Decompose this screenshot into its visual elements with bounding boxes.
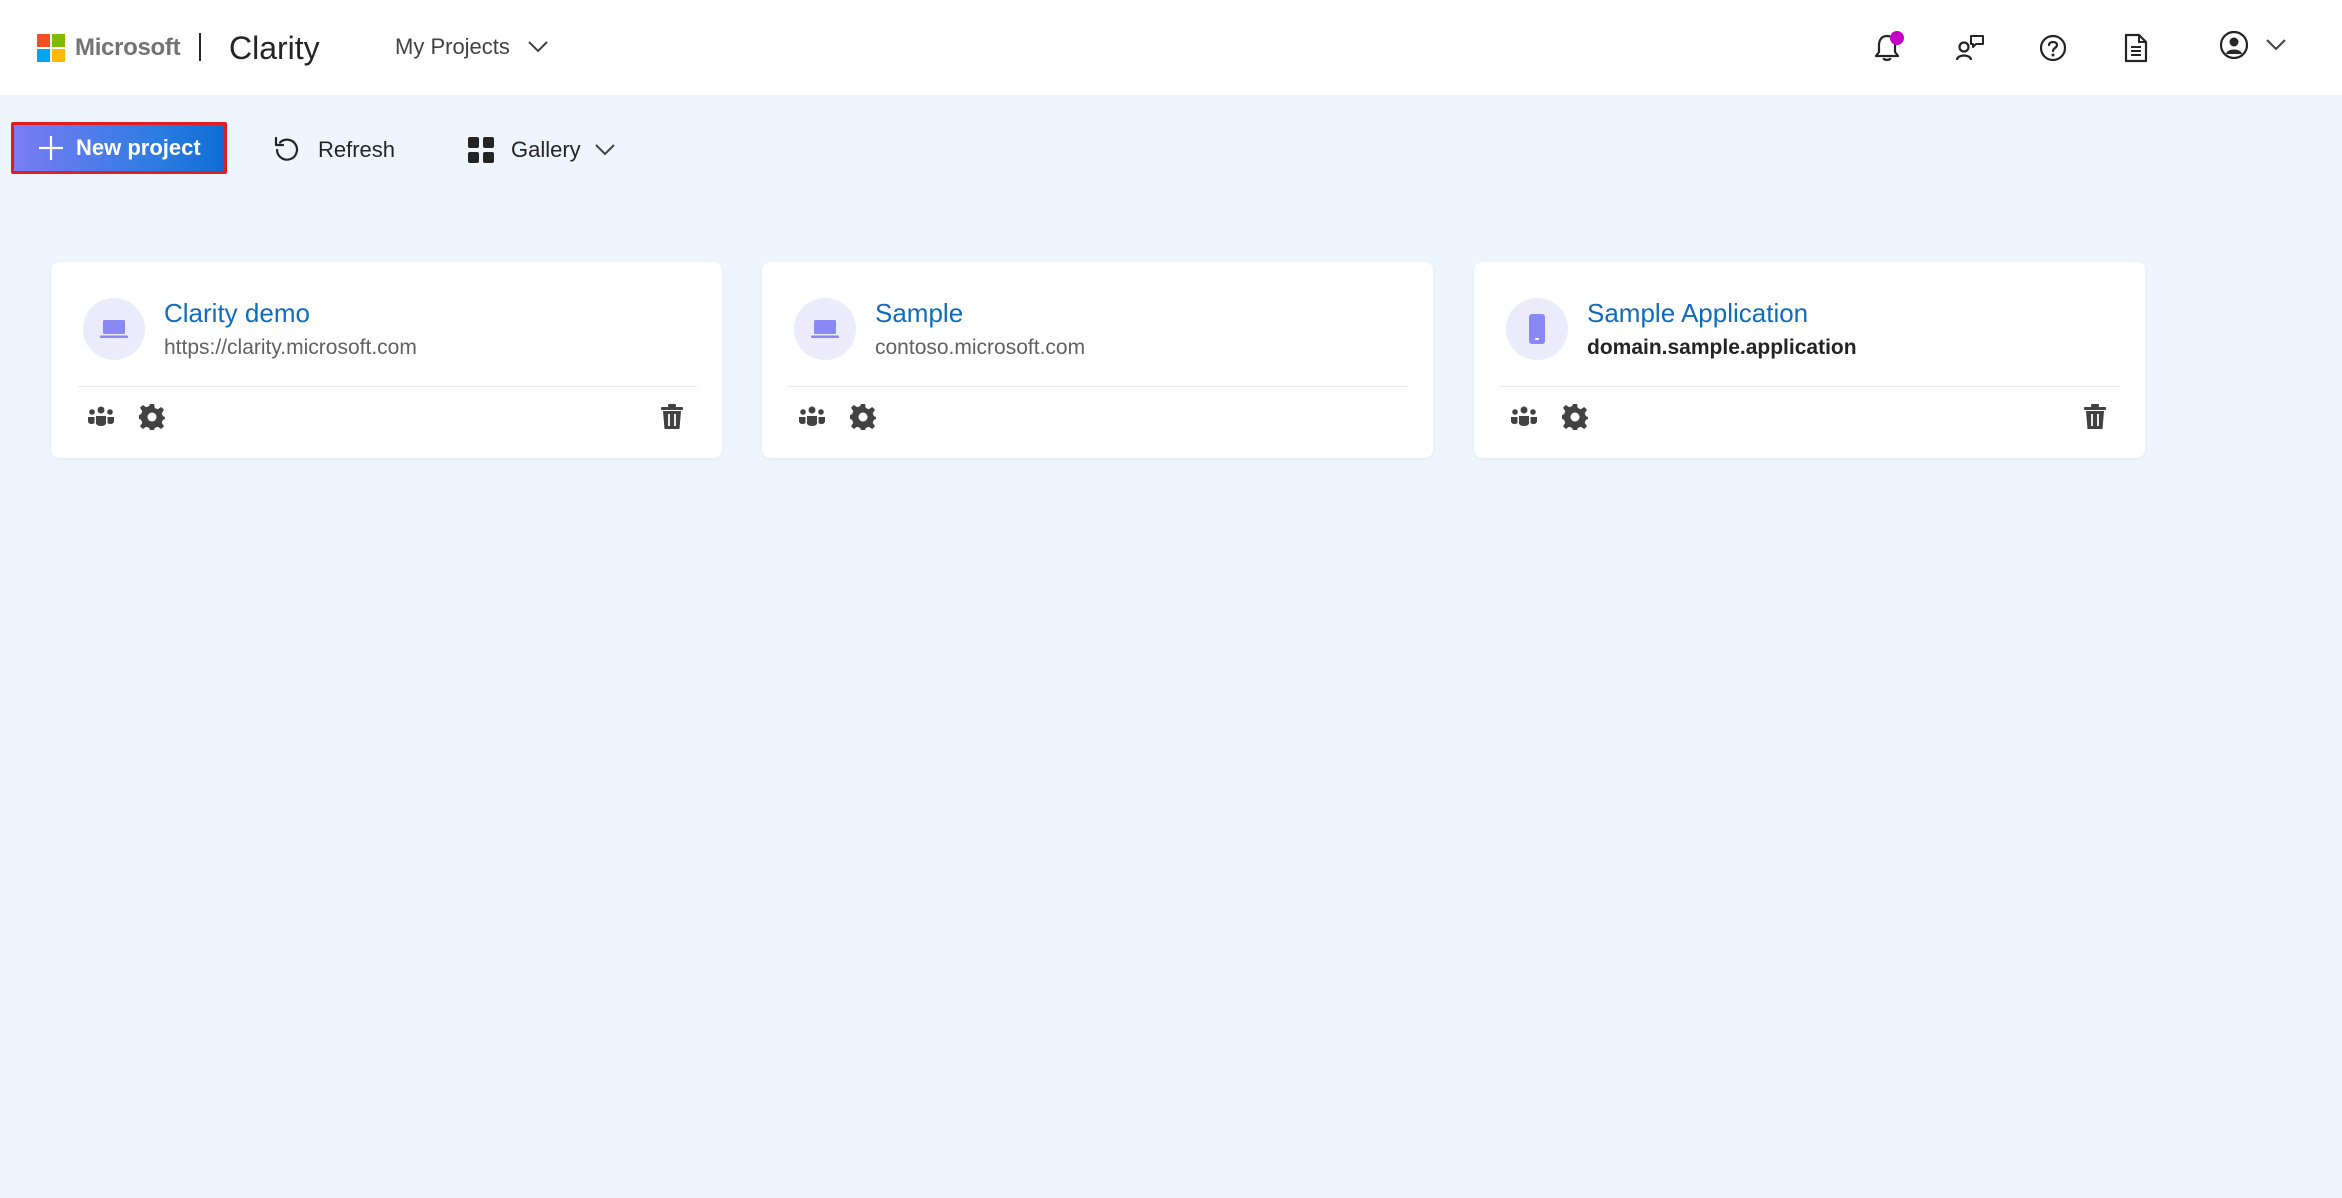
refresh-label: Refresh — [318, 137, 396, 162]
project-card[interactable]: Clarity demo https://clarity.microsoft.c… — [51, 262, 722, 458]
team-button[interactable] — [795, 400, 829, 434]
project-card[interactable]: Sample Application domain.sample.applica… — [1474, 262, 2145, 458]
project-name[interactable]: Sample — [875, 298, 963, 329]
delete-project-button[interactable] — [2078, 400, 2112, 434]
brand-name: Microsoft — [75, 34, 181, 61]
project-name[interactable]: Clarity demo — [164, 298, 310, 329]
my-projects-label: My Projects — [395, 34, 510, 59]
settings-icon — [850, 404, 876, 430]
refresh-icon — [274, 136, 299, 161]
laptop-icon — [100, 320, 128, 338]
my-projects-dropdown[interactable]: My Projects — [395, 34, 548, 60]
view-mode-dropdown[interactable]: Gallery — [467, 132, 615, 168]
microsoft-logo-icon — [37, 34, 65, 62]
settings-button[interactable] — [846, 400, 880, 434]
project-name[interactable]: Sample Application — [1587, 298, 1808, 329]
project-device-avatar — [794, 298, 856, 360]
new-project-label: New project — [76, 135, 201, 160]
trash-icon — [661, 404, 683, 429]
project-card[interactable]: Sample contoso.microsoft.com — [762, 262, 1433, 458]
refresh-button[interactable]: Refresh — [272, 132, 395, 168]
project-url: domain.sample.application — [1587, 336, 1857, 359]
settings-button[interactable] — [135, 400, 169, 434]
help-icon — [2039, 34, 2067, 62]
project-device-avatar — [1506, 298, 1568, 360]
card-divider — [789, 386, 1408, 387]
notifications-button[interactable] — [1868, 29, 1906, 67]
microsoft-logo[interactable]: Microsoft — [37, 34, 181, 62]
phone-icon — [1529, 314, 1545, 344]
feedback-icon — [1955, 35, 1984, 61]
product-name[interactable]: Clarity — [229, 30, 320, 67]
chevron-down-icon — [2266, 39, 2286, 51]
account-icon — [2219, 30, 2249, 60]
document-icon — [2124, 33, 2148, 63]
grid-icon — [468, 137, 494, 163]
documentation-button[interactable] — [2117, 29, 2155, 67]
team-icon — [88, 406, 114, 426]
app-root: Microsoft Clarity My Projects New projec… — [0, 0, 2342, 1198]
laptop-icon — [811, 320, 839, 338]
project-device-avatar — [83, 298, 145, 360]
chevron-down-icon — [528, 41, 548, 53]
trash-icon — [2084, 404, 2106, 429]
project-url: https://clarity.microsoft.com — [164, 336, 417, 359]
new-project-button[interactable]: New project — [11, 122, 227, 174]
card-divider — [1501, 386, 2120, 387]
project-url: contoso.microsoft.com — [875, 336, 1086, 359]
team-icon — [1511, 406, 1537, 426]
settings-button[interactable] — [1558, 400, 1592, 434]
notification-dot — [1890, 31, 1904, 45]
view-mode-label: Gallery — [511, 137, 581, 162]
chevron-down-icon — [594, 144, 615, 156]
help-button[interactable] — [2034, 29, 2072, 67]
plus-icon — [39, 136, 63, 160]
header-divider — [199, 33, 201, 61]
team-icon — [799, 406, 825, 426]
team-button[interactable] — [84, 400, 118, 434]
team-button[interactable] — [1507, 400, 1541, 434]
top-header: Microsoft Clarity My Projects — [0, 0, 2342, 95]
account-menu[interactable] — [2218, 29, 2286, 61]
settings-icon — [1562, 404, 1588, 430]
feedback-button[interactable] — [1951, 29, 1989, 67]
delete-project-button[interactable] — [655, 400, 689, 434]
card-divider — [78, 386, 697, 387]
settings-icon — [139, 404, 165, 430]
